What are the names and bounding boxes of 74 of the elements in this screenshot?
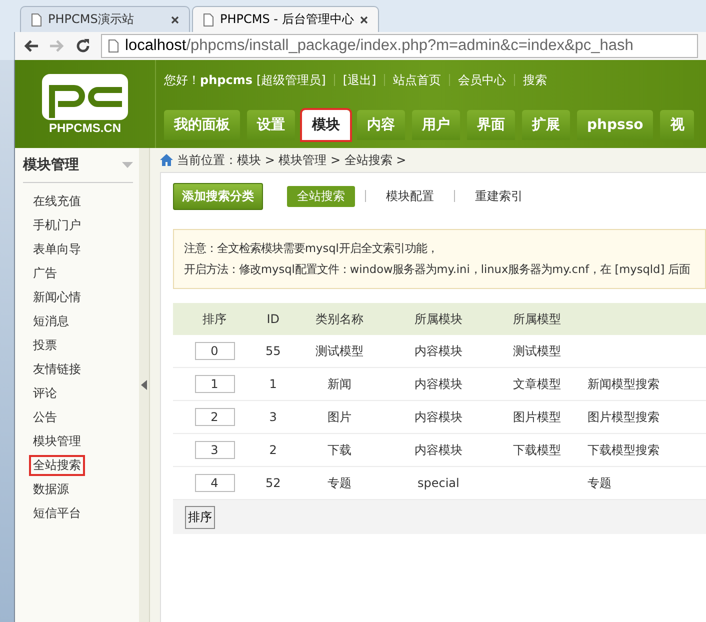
- table-cell: 52: [265, 476, 281, 490]
- sidebar-item[interactable]: 新闻心情: [29, 286, 85, 308]
- notice-text: 开启方法：修改mysql配置文件：window服务器为my.ini，linux服务器为my.cnf，在 [mysqld] 后面: [184, 262, 692, 278]
- order-field[interactable]: 4: [194, 474, 234, 492]
- home-icon: [160, 154, 173, 166]
- column-header: 排序: [173, 303, 256, 335]
- header-link[interactable]: [退出]: [342, 72, 376, 88]
- column-header: ID: [256, 303, 290, 335]
- sidebar-item[interactable]: 在线充值: [29, 190, 85, 212]
- browser-tab[interactable]: PHPCMS演示站: [20, 6, 190, 32]
- sidebar-item[interactable]: 评论: [29, 382, 61, 404]
- header-link[interactable]: [超级管理员]: [256, 72, 326, 88]
- table-cell: 专题: [588, 476, 612, 490]
- sidebar-item[interactable]: 短信平台: [29, 502, 85, 524]
- column-header: 所属模块: [389, 303, 488, 335]
- sidebar-title: 模块管理: [23, 156, 79, 174]
- table-cell: 2: [269, 443, 277, 457]
- nav-tab[interactable]: 模块: [302, 110, 350, 140]
- page-icon: [31, 12, 42, 26]
- table-cell: 新闻模型搜索: [588, 376, 660, 390]
- page-icon: [203, 12, 214, 26]
- username-text: phpcms: [200, 73, 252, 87]
- order-field[interactable]: 1: [194, 375, 234, 393]
- sidebar-item[interactable]: 广告: [29, 262, 61, 284]
- address-field[interactable]: localhost/phpcms/install_package/index.php?m=admin&c=index&pc_hash: [101, 34, 698, 58]
- table-cell: 内容模块: [414, 410, 462, 424]
- notice-text: 注意：全文检索模块需要mysql开启全文索引功能，: [184, 241, 439, 257]
- sidebar-item[interactable]: 手机门户: [29, 214, 85, 236]
- table-cell: 3: [269, 410, 277, 424]
- close-icon[interactable]: [171, 16, 179, 24]
- sidebar-item[interactable]: 数据源: [29, 478, 73, 500]
- table-cell: 图片: [328, 410, 352, 424]
- subnav-link[interactable]: 模块配置: [376, 186, 444, 206]
- logo-icon: [42, 74, 128, 120]
- order-field[interactable]: 0: [194, 342, 234, 360]
- table-cell: 55: [265, 344, 281, 358]
- sidebar-item[interactable]: 短消息: [29, 310, 73, 332]
- back-icon[interactable]: [23, 39, 39, 53]
- logo-text: PHPCMS.CN: [48, 120, 121, 134]
- order-field[interactable]: 3: [194, 441, 234, 459]
- greeting-text: 您好！: [164, 72, 200, 88]
- table-cell: 图片模型: [513, 410, 562, 424]
- reload-icon[interactable]: [75, 38, 91, 54]
- page-icon: [108, 39, 119, 53]
- table-cell: special: [417, 476, 460, 490]
- table-cell: 专题: [328, 476, 352, 490]
- table-cell: 内容模块: [414, 376, 462, 390]
- table-cell: 下载模型: [513, 442, 562, 456]
- close-icon[interactable]: [360, 16, 368, 24]
- table-cell: 内容模块: [414, 344, 462, 358]
- column-header: 所属模型: [488, 303, 587, 335]
- sidebar-item[interactable]: 表单向导: [29, 238, 85, 260]
- sidebar-item[interactable]: 模块管理: [29, 430, 85, 452]
- sidebar-item[interactable]: 友情链接: [29, 358, 85, 380]
- table-cell: 下载: [328, 442, 352, 456]
- sidebar-item[interactable]: 公告: [29, 406, 61, 428]
- table-cell: 新闻: [328, 376, 352, 390]
- header-link[interactable]: 搜索: [523, 72, 548, 88]
- table-cell: 测试模型: [316, 344, 364, 358]
- table-cell: 文章模型: [513, 376, 562, 390]
- table-cell: 下载模型搜索: [588, 442, 660, 456]
- sidebar-item[interactable]: 全站搜索: [29, 454, 85, 476]
- sort-button[interactable]: 排序: [185, 506, 215, 528]
- order-field[interactable]: 2: [194, 408, 234, 426]
- column-header: 类别名称: [290, 303, 389, 335]
- table-cell: 图片模型搜索: [588, 410, 660, 424]
- table-cell: 1: [269, 377, 277, 391]
- table-cell: 测试模型: [513, 344, 562, 358]
- subnav-link[interactable]: 重建索引: [465, 186, 533, 206]
- browser-tab[interactable]: PHPCMS - 后台管理中心: [192, 6, 379, 32]
- collapse-icon[interactable]: [141, 380, 147, 390]
- sidebar-item[interactable]: 投票: [29, 334, 61, 356]
- table-cell: 内容模块: [414, 442, 462, 456]
- breadcrumb: 当前位置：模块 > 模块管理 > 全站搜索 >: [177, 152, 406, 168]
